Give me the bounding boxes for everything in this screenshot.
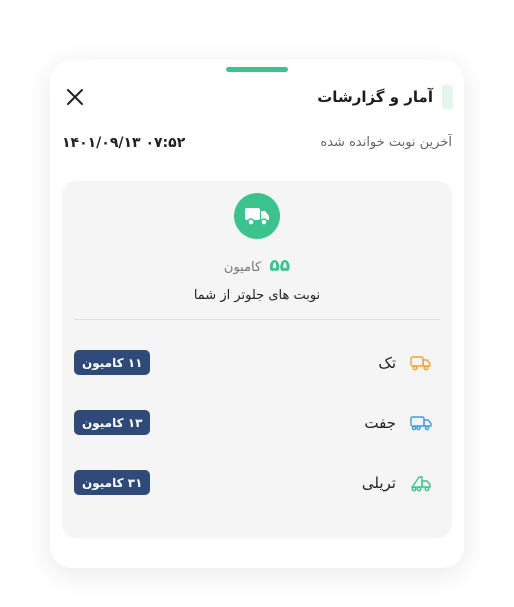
count-badge: ۳۱ کامیون	[74, 470, 151, 495]
trailer-truck-icon	[410, 474, 432, 492]
close-button[interactable]	[64, 86, 86, 108]
truck-count-number: ۵۵	[269, 256, 291, 276]
count-badge: ۱۱ کامیون	[74, 350, 151, 375]
truck-count: ۵۵ کامیون	[0, 256, 514, 276]
page-title: آمار و گزارشات	[317, 88, 433, 106]
single-truck-icon	[410, 354, 432, 372]
drag-handle[interactable]	[226, 67, 288, 72]
truck-count-unit: کامیون	[223, 260, 262, 275]
category-name: تریلی	[361, 474, 396, 492]
list-item-trailer: تریلی ۳۱ کامیون	[74, 470, 440, 496]
truck-badge	[234, 193, 280, 239]
category-name: جفت	[364, 414, 396, 432]
page-header: آمار و گزارشات	[317, 85, 453, 109]
category-name: تک	[378, 354, 396, 372]
truck-icon	[245, 208, 269, 226]
count-badge: ۱۳ کامیون	[74, 410, 151, 435]
turns-ahead-caption: نوبت های جلوتر از شما	[193, 288, 321, 303]
divider	[74, 319, 440, 320]
list-item-single: تک ۱۱ کامیون	[74, 350, 440, 376]
close-icon	[67, 89, 83, 105]
list-item-double: جفت ۱۳ کامیون	[74, 410, 440, 436]
last-turn-label: آخرین نوبت خوانده شده	[320, 135, 452, 150]
last-turn-value: ۱۴۰۱/۰۹/۱۳ ۰۷:۵۲	[62, 135, 186, 151]
double-truck-icon	[410, 414, 432, 432]
title-accent	[442, 85, 453, 109]
